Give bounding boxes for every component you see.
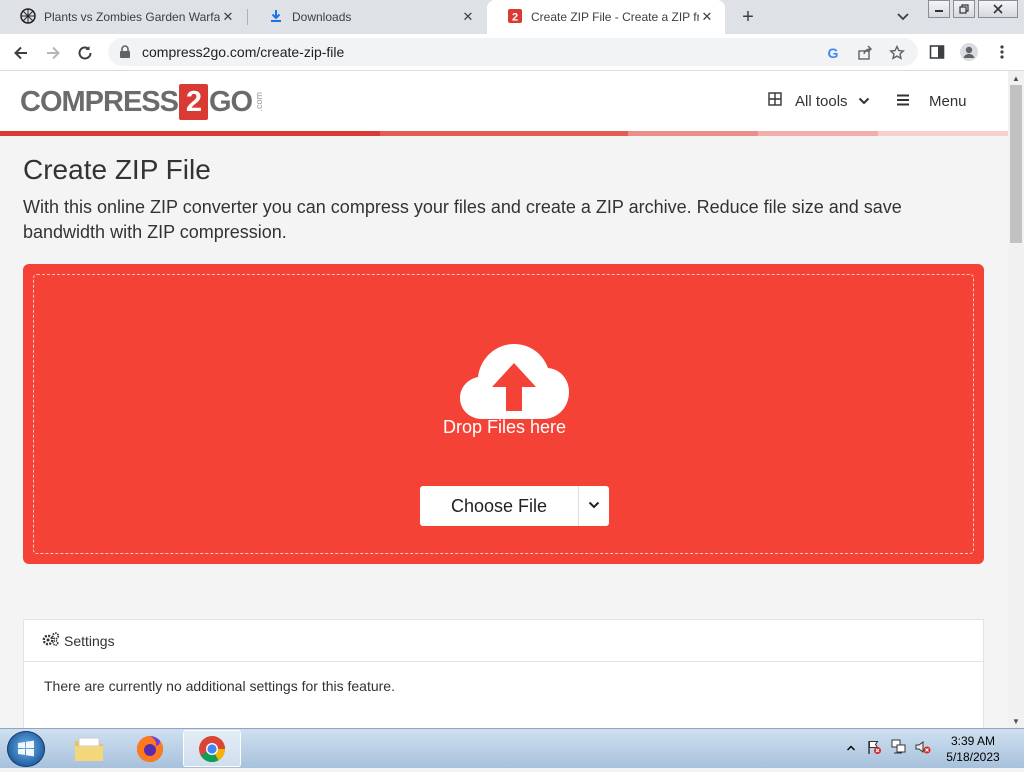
web-page: COMPRESS 2 GO .com All tools Menu Create ZI…	[0, 71, 1008, 728]
settings-heading: Settings	[64, 632, 115, 649]
settings-panel: Settings There are currently no addition…	[23, 619, 984, 728]
tab-search-chevron-icon[interactable]	[893, 8, 913, 26]
show-hidden-icons-icon[interactable]	[846, 740, 856, 758]
address-bar[interactable]: compress2go.com/create-zip-file G	[108, 38, 918, 66]
minimize-button[interactable]	[928, 0, 950, 18]
system-tray	[846, 729, 932, 769]
choose-file-button[interactable]: Choose File	[420, 486, 579, 526]
logo-tld: .com	[254, 92, 265, 112]
logo-text: GO	[208, 85, 253, 118]
settings-header: Settings	[24, 620, 983, 662]
chevron-down-icon	[588, 497, 600, 515]
chrome-icon[interactable]	[183, 730, 241, 767]
download-icon	[268, 8, 284, 27]
site-header: COMPRESS 2 GO .com All tools Menu	[0, 71, 1008, 131]
page-scrollbar[interactable]: ▲ ▼	[1008, 71, 1024, 728]
choose-file-group: Choose File	[420, 486, 609, 526]
firefox-icon[interactable]	[121, 730, 179, 767]
drop-zone-border: Drop Files here Choose File	[33, 274, 974, 554]
start-button[interactable]	[7, 731, 45, 767]
close-tab-icon[interactable]: ✕	[220, 9, 236, 25]
close-tab-icon[interactable]: ✕	[460, 9, 476, 25]
tab-strip: Plants vs Zombies Garden Warfare ✕ Downl…	[0, 0, 1024, 34]
gears-icon	[42, 632, 60, 649]
svg-text:2: 2	[512, 11, 518, 23]
svg-text:G: G	[828, 45, 839, 61]
restore-button[interactable]	[953, 0, 975, 18]
tab-downloads[interactable]: Downloads ✕	[248, 0, 486, 34]
bookmark-star-icon[interactable]	[888, 44, 906, 62]
clock-time: 3:39 AM	[950, 734, 996, 748]
tab-create-zip-file[interactable]: 2 Create ZIP File - Create a ZIP from ✕	[487, 0, 725, 34]
settings-message: There are currently no additional settin…	[44, 678, 395, 694]
game-favicon-icon	[20, 7, 36, 27]
grid-icon	[768, 92, 782, 110]
volume-muted-icon[interactable]	[914, 739, 932, 760]
lock-icon[interactable]	[119, 45, 131, 64]
menu-button[interactable]: Menu	[896, 91, 967, 111]
close-tab-icon[interactable]: ✕	[699, 9, 715, 25]
scroll-up-arrow-icon[interactable]: ▲	[1008, 71, 1024, 85]
page-description: With this online ZIP converter you can c…	[23, 197, 902, 242]
header-accent-bar	[0, 131, 1008, 136]
menu-label: Menu	[929, 92, 967, 110]
scrollbar-thumb[interactable]	[1010, 85, 1022, 243]
windows-taskbar: 3:39 AM 5/18/2023	[0, 728, 1024, 768]
network-icon[interactable]	[890, 739, 908, 760]
browser-toolbar: compress2go.com/create-zip-file G	[0, 34, 1024, 71]
side-panel-icon[interactable]	[927, 42, 947, 62]
tab-title: Create ZIP File - Create a ZIP from	[531, 10, 699, 24]
share-icon[interactable]	[856, 44, 874, 62]
reload-button[interactable]	[72, 40, 98, 66]
hamburger-icon	[896, 93, 910, 110]
file-drop-zone[interactable]: Drop Files here Choose File	[23, 264, 984, 564]
action-center-flag-icon[interactable]	[866, 739, 882, 760]
choose-file-dropdown[interactable]	[579, 486, 609, 526]
cloud-upload-icon	[458, 341, 570, 426]
compress2go-logo[interactable]: COMPRESS 2 GO .com	[20, 83, 264, 121]
forward-button[interactable]	[40, 40, 66, 66]
logo-number: 2	[178, 84, 208, 120]
drop-files-text: Drop Files here	[442, 417, 567, 437]
tab-title: Plants vs Zombies Garden Warfare	[44, 10, 220, 24]
google-translate-icon[interactable]: G	[824, 44, 842, 62]
taskbar-clock[interactable]: 3:39 AM 5/18/2023	[940, 733, 1006, 765]
back-button[interactable]	[8, 40, 34, 66]
chevron-down-icon	[858, 93, 870, 110]
tab-title: Downloads	[292, 10, 352, 24]
page-title: Create ZIP File	[23, 154, 211, 185]
more-menu-icon[interactable]	[992, 42, 1012, 62]
clock-date: 5/18/2023	[946, 750, 1000, 764]
file-explorer-icon[interactable]	[60, 730, 118, 767]
close-window-button[interactable]	[978, 0, 1018, 18]
new-tab-button[interactable]: +	[736, 6, 760, 28]
scroll-down-arrow-icon[interactable]: ▼	[1008, 714, 1024, 728]
profile-avatar-icon[interactable]	[959, 42, 979, 62]
url-text[interactable]: compress2go.com/create-zip-file	[142, 44, 344, 60]
tab-plants-vs-zombies[interactable]: Plants vs Zombies Garden Warfare ✕	[0, 0, 246, 34]
all-tools-button[interactable]: All tools	[768, 91, 870, 111]
logo-text: COMPRESS	[20, 85, 179, 118]
compress2go-favicon-icon: 2	[507, 8, 523, 27]
all-tools-label: All tools	[795, 92, 848, 110]
